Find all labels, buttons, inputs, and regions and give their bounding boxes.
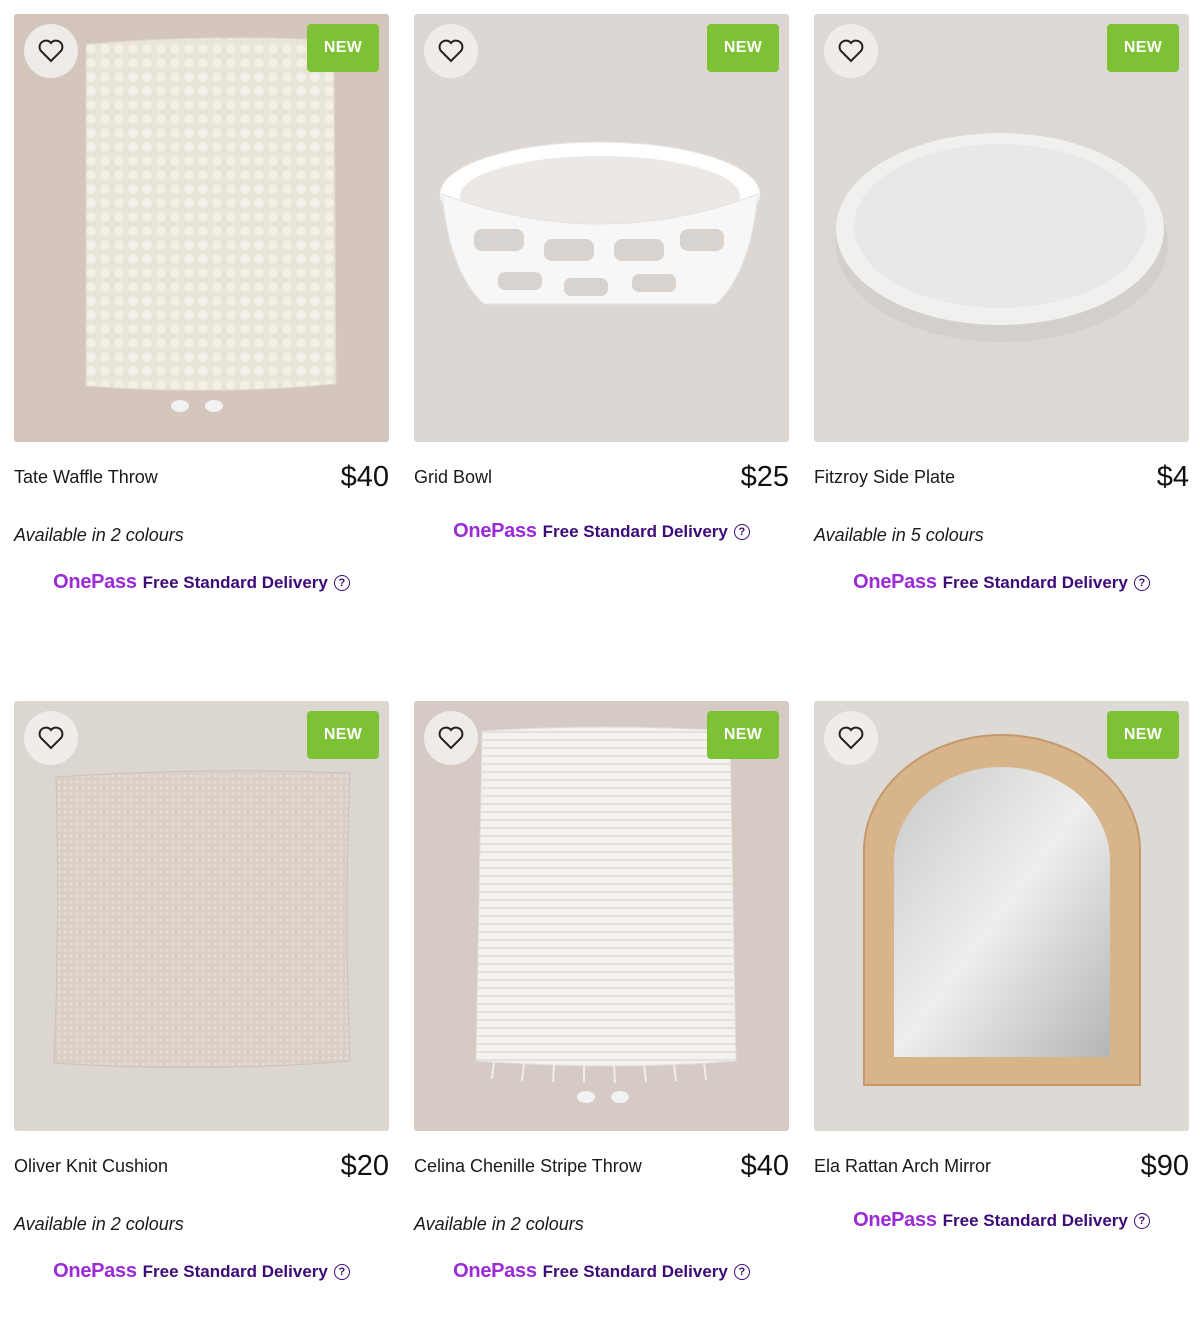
side-plate-image xyxy=(814,14,1189,442)
product-name[interactable]: Fitzroy Side Plate xyxy=(814,467,955,488)
help-icon[interactable]: ? xyxy=(333,574,350,591)
delivery-label: Free Standard Delivery xyxy=(942,1210,1128,1230)
delivery-label: Free Standard Delivery xyxy=(142,1261,328,1281)
wishlist-heart-icon[interactable] xyxy=(24,711,78,765)
product-price: $40 xyxy=(740,1150,789,1182)
onepass-logo: OnePass xyxy=(853,571,937,593)
wishlist-heart-icon[interactable] xyxy=(424,24,478,78)
product-price: $4 xyxy=(1156,461,1189,493)
product-card[interactable]: NEW Grid Bowl $25 OnePass Free Standard … xyxy=(414,14,789,543)
product-name[interactable]: Ela Rattan Arch Mirror xyxy=(814,1156,991,1177)
product-image[interactable]: NEW xyxy=(414,701,789,1131)
delivery-label: Free Standard Delivery xyxy=(142,572,328,592)
product-image[interactable]: NEW xyxy=(814,701,1189,1131)
new-badge: NEW xyxy=(707,711,779,759)
onepass-logo: OnePass xyxy=(453,1260,537,1282)
product-image[interactable]: NEW xyxy=(14,14,389,442)
waffle-throw-image xyxy=(14,14,389,442)
grid-bowl-image xyxy=(414,14,789,442)
onepass-delivery: OnePass Free Standard Delivery ? xyxy=(414,520,789,543)
arch-mirror-image xyxy=(814,701,1189,1131)
product-image[interactable]: NEW xyxy=(814,14,1189,442)
product-price: $20 xyxy=(340,1150,389,1182)
help-icon[interactable]: ? xyxy=(333,1263,350,1280)
wishlist-heart-icon[interactable] xyxy=(424,711,478,765)
delivery-label: Free Standard Delivery xyxy=(542,521,728,541)
onepass-logo: OnePass xyxy=(53,1260,137,1282)
delivery-label: Free Standard Delivery xyxy=(942,572,1128,592)
onepass-logo: OnePass xyxy=(853,1209,937,1231)
wishlist-heart-icon[interactable] xyxy=(824,24,878,78)
product-price: $40 xyxy=(340,461,389,493)
product-price: $25 xyxy=(740,461,789,493)
new-badge: NEW xyxy=(307,711,379,759)
delivery-label: Free Standard Delivery xyxy=(542,1261,728,1281)
help-icon[interactable]: ? xyxy=(1133,574,1150,591)
product-name[interactable]: Celina Chenille Stripe Throw xyxy=(414,1156,642,1177)
knit-cushion-image xyxy=(14,701,389,1131)
help-icon[interactable]: ? xyxy=(733,1263,750,1280)
product-image[interactable]: NEW xyxy=(414,14,789,442)
product-card[interactable]: NEW Fitzroy Side Plate $4 Available in 5… xyxy=(814,14,1189,594)
help-icon[interactable]: ? xyxy=(733,523,750,540)
onepass-logo: OnePass xyxy=(53,571,137,593)
product-price: $90 xyxy=(1140,1150,1189,1182)
onepass-delivery: OnePass Free Standard Delivery ? xyxy=(414,1260,789,1283)
colour-availability: Available in 5 colours xyxy=(814,525,984,545)
new-badge: NEW xyxy=(307,24,379,72)
product-name[interactable]: Tate Waffle Throw xyxy=(14,467,158,488)
product-card[interactable]: NEW Ela Rattan Arch Mirror $90 OnePass F… xyxy=(814,701,1189,1232)
product-card[interactable]: NEW Tate Waffle Throw $40 Available in 2… xyxy=(14,14,389,594)
product-image[interactable]: NEW xyxy=(14,701,389,1131)
help-icon[interactable]: ? xyxy=(1133,1212,1150,1229)
onepass-delivery: OnePass Free Standard Delivery ? xyxy=(814,1209,1189,1232)
new-badge: NEW xyxy=(1107,711,1179,759)
colour-availability: Available in 2 colours xyxy=(414,1214,584,1234)
product-name[interactable]: Oliver Knit Cushion xyxy=(14,1156,168,1177)
wishlist-heart-icon[interactable] xyxy=(824,711,878,765)
chenille-throw-image xyxy=(414,701,789,1131)
onepass-delivery: OnePass Free Standard Delivery ? xyxy=(14,571,389,594)
new-badge: NEW xyxy=(707,24,779,72)
product-name[interactable]: Grid Bowl xyxy=(414,467,492,488)
product-card[interactable]: NEW Celina Chenille Stripe Throw $40 Ava… xyxy=(414,701,789,1283)
new-badge: NEW xyxy=(1107,24,1179,72)
product-card[interactable]: NEW Oliver Knit Cushion $20 Available in… xyxy=(14,701,389,1283)
colour-availability: Available in 2 colours xyxy=(14,525,184,545)
onepass-delivery: OnePass Free Standard Delivery ? xyxy=(814,571,1189,594)
onepass-delivery: OnePass Free Standard Delivery ? xyxy=(14,1260,389,1283)
colour-availability: Available in 2 colours xyxy=(14,1214,184,1234)
onepass-logo: OnePass xyxy=(453,520,537,542)
wishlist-heart-icon[interactable] xyxy=(24,24,78,78)
